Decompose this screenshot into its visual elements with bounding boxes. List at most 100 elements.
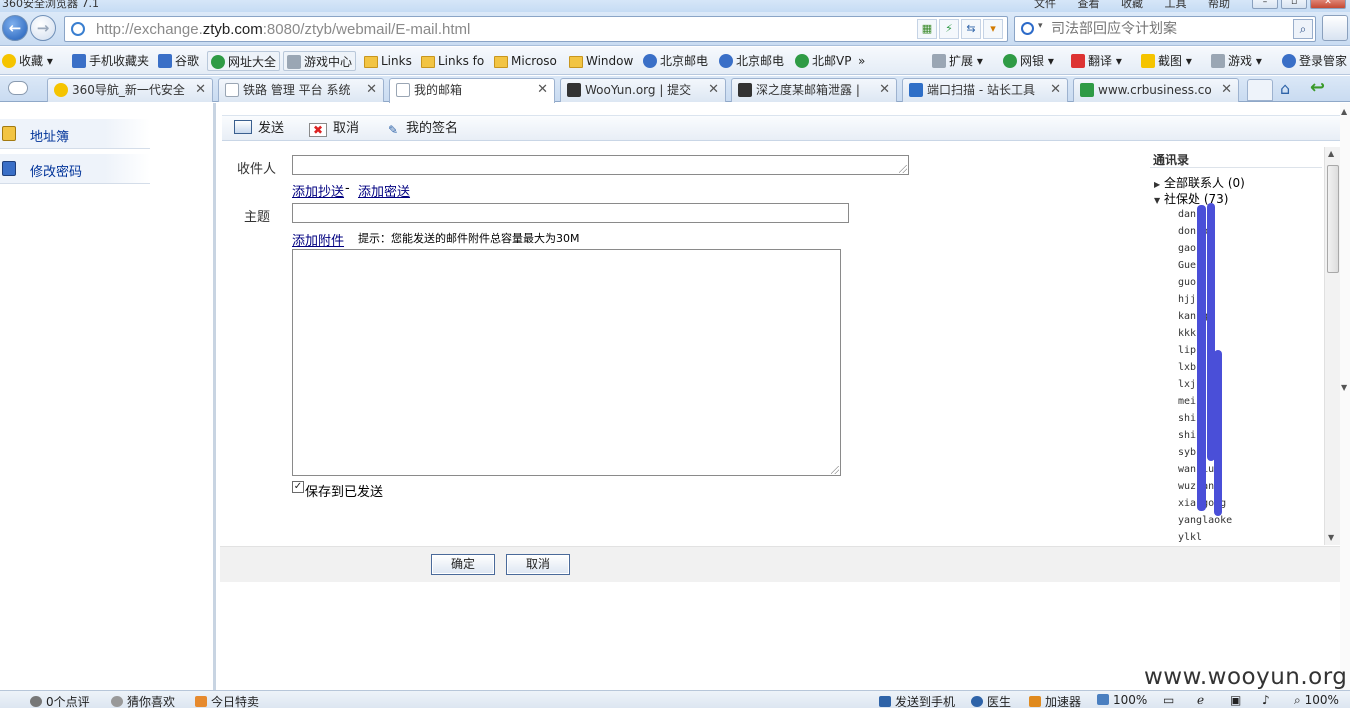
favorite-windows[interactable]: Window <box>569 51 633 71</box>
menu-item-view[interactable]: 查看 <box>1078 0 1100 10</box>
page-scrollbar[interactable]: ▲ ▼ <box>1340 103 1350 690</box>
window-icon[interactable]: ▣ <box>1230 693 1241 707</box>
accelerator-button[interactable]: 加速器 <box>1029 693 1081 710</box>
minimize-icon[interactable]: – <box>1252 0 1278 9</box>
resize-handle[interactable] <box>831 466 839 474</box>
favorite-google[interactable]: 谷歌 <box>158 51 199 71</box>
tab-railway[interactable]: 铁路 管理 平台 系统 ✕ <box>218 78 384 102</box>
tab-360-nav[interactable]: 360导航_新一代安全 ✕ <box>47 78 213 102</box>
tab-port-scan[interactable]: 端口扫描 - 站长工具 ✕ <box>902 78 1068 102</box>
comments-status[interactable]: 0个点评 <box>30 693 90 710</box>
favorite-links[interactable]: Links <box>364 51 412 71</box>
subject-field[interactable] <box>292 203 849 223</box>
send-to-phone[interactable]: 发送到手机 <box>879 693 955 710</box>
contact-item[interactable]: Gue <box>1178 260 1196 271</box>
search-icon[interactable]: ⌕ <box>1293 19 1313 39</box>
contact-group-all[interactable]: ▶ 全部联系人 (0) <box>1154 174 1245 191</box>
speed-mode-icon[interactable]: ⚡ <box>939 19 959 39</box>
contact-item[interactable]: hjj <box>1178 294 1196 305</box>
send-button[interactable]: 发送 <box>234 120 284 138</box>
contact-item[interactable]: dan <box>1178 209 1196 220</box>
restore-icon[interactable]: ▫ <box>1281 0 1307 9</box>
contact-item[interactable]: shi <box>1178 430 1196 441</box>
ie-icon[interactable]: ℯ <box>1197 693 1204 707</box>
volume-icon[interactable]: ♪ <box>1262 693 1270 707</box>
contact-group-social-security[interactable]: ▼ 社保处 (73) <box>1154 190 1228 207</box>
signature-button[interactable]: ✎ 我的签名 <box>388 120 458 138</box>
menu-item-file[interactable]: 文件 <box>1034 0 1056 10</box>
daily-deals[interactable]: 今日特卖 <box>195 693 259 710</box>
cancel-button[interactable]: 取消 <box>506 554 570 575</box>
doctor-button[interactable]: 医生 <box>971 693 1011 710</box>
tab-crbusiness[interactable]: www.crbusiness.co ✕ <box>1073 78 1239 102</box>
search-input[interactable] <box>1051 20 1291 38</box>
bank-button[interactable]: 网银 ▾ <box>1003 51 1054 71</box>
cloud-icon[interactable] <box>8 81 28 95</box>
favorite-mobile[interactable]: 手机收藏夹 <box>72 51 149 71</box>
resize-handle[interactable] <box>899 165 907 173</box>
compat-mode-icon[interactable]: ⇆ <box>961 19 981 39</box>
zoom-control[interactable]: ⌕ 100% <box>1294 693 1339 708</box>
close-icon[interactable]: ✕ <box>879 79 890 101</box>
contact-item[interactable]: kkk <box>1178 328 1196 339</box>
close-icon[interactable]: ✕ <box>366 79 377 101</box>
qr-code-icon[interactable]: ▦ <box>917 19 937 39</box>
contact-item[interactable]: ylkl <box>1178 532 1202 543</box>
close-icon[interactable]: ✕ <box>1050 79 1061 101</box>
new-tab-button[interactable] <box>1247 79 1273 101</box>
favorite-star[interactable]: 收藏 ▾ <box>2 51 53 71</box>
save-sent-checkbox[interactable]: ✓ <box>292 481 304 493</box>
to-field[interactable] <box>292 155 909 175</box>
scroll-up-icon[interactable]: ▲ <box>1328 149 1334 158</box>
contact-item[interactable]: syb <box>1178 447 1196 458</box>
menu-item-help[interactable]: 帮助 <box>1208 0 1230 10</box>
back-button[interactable]: ← <box>2 15 28 41</box>
undo-close-tab-icon[interactable]: ↩ <box>1310 77 1325 98</box>
game-button[interactable]: 游戏 ▾ <box>1211 51 1262 71</box>
tab-wooyun-leak[interactable]: 深之度某邮箱泄露 | ✕ <box>731 78 897 102</box>
keyboard-icon[interactable]: ▭ <box>1163 693 1174 707</box>
menu-item-tools[interactable]: 工具 <box>1165 0 1187 10</box>
search-engine-dropdown-icon[interactable]: ▾ <box>1038 21 1043 31</box>
contact-item[interactable]: lip <box>1178 345 1196 356</box>
menu-item-favorites[interactable]: 收藏 <box>1121 0 1143 10</box>
favorite-microsoft[interactable]: Microso <box>494 51 557 71</box>
tab-my-mailbox[interactable]: 我的邮箱 ✕ <box>389 78 555 103</box>
favorite-bupt-mail-1[interactable]: 北京邮电 <box>643 51 708 71</box>
favorite-bupt-mail-2[interactable]: 北京邮电 <box>719 51 784 71</box>
add-bcc-link[interactable]: 添加密送 <box>358 181 410 200</box>
tab-wooyun-submit[interactable]: WooYun.org | 提交 ✕ <box>560 78 726 102</box>
translate-button[interactable]: 翻译 ▾ <box>1071 51 1122 71</box>
screenshot-button[interactable]: 截图 ▾ <box>1141 51 1192 71</box>
address-bar[interactable]: http://exchange.ztyb.com:8080/ztyb/webma… <box>64 16 1008 42</box>
contact-item[interactable]: lxj <box>1178 379 1196 390</box>
login-manager-button[interactable]: 登录管家 <box>1282 51 1347 71</box>
scroll-down-icon[interactable]: ▼ <box>1328 533 1334 542</box>
contacts-scrollbar[interactable]: ▲ ▼ <box>1324 147 1340 545</box>
favorite-links-for[interactable]: Links fo <box>421 51 484 71</box>
guess-you-like[interactable]: 猜你喜欢 <box>111 693 175 710</box>
contact-item[interactable]: shi <box>1178 413 1196 424</box>
cancel-toolbar-button[interactable]: ✖ 取消 <box>309 120 359 138</box>
user-account-icon[interactable] <box>1322 15 1348 41</box>
contact-item[interactable]: lxb <box>1178 362 1196 373</box>
search-engine-icon[interactable] <box>1021 22 1034 35</box>
contact-item[interactable]: guo <box>1178 277 1196 288</box>
address-url[interactable]: http://exchange.ztyb.com:8080/ztyb/webma… <box>96 21 470 38</box>
add-attachment-link[interactable]: 添加附件 <box>292 230 344 249</box>
scroll-up-icon[interactable]: ▲ <box>1341 107 1347 116</box>
extension-button[interactable]: 扩展 ▾ <box>932 51 983 71</box>
home-icon[interactable]: ⌂ <box>1280 79 1290 98</box>
close-icon[interactable]: ✕ <box>537 79 548 101</box>
favorites-more[interactable]: » <box>858 51 865 71</box>
add-cc-link[interactable]: 添加抄送 <box>292 181 344 200</box>
scroll-thumb[interactable] <box>1327 165 1339 273</box>
close-icon[interactable]: ✕ <box>1221 79 1232 101</box>
sidebar-item-address-book[interactable]: 地址簿 <box>0 119 150 149</box>
favorite-bupt-vpn[interactable]: 北邮VP <box>795 51 851 71</box>
contact-item[interactable]: mei <box>1178 396 1196 407</box>
contact-item[interactable]: gao <box>1178 243 1196 254</box>
close-icon[interactable]: ✕ <box>195 79 206 101</box>
dropdown-chevron-icon[interactable]: ▾ <box>983 19 1003 39</box>
close-icon[interactable]: ✕ <box>708 79 719 101</box>
